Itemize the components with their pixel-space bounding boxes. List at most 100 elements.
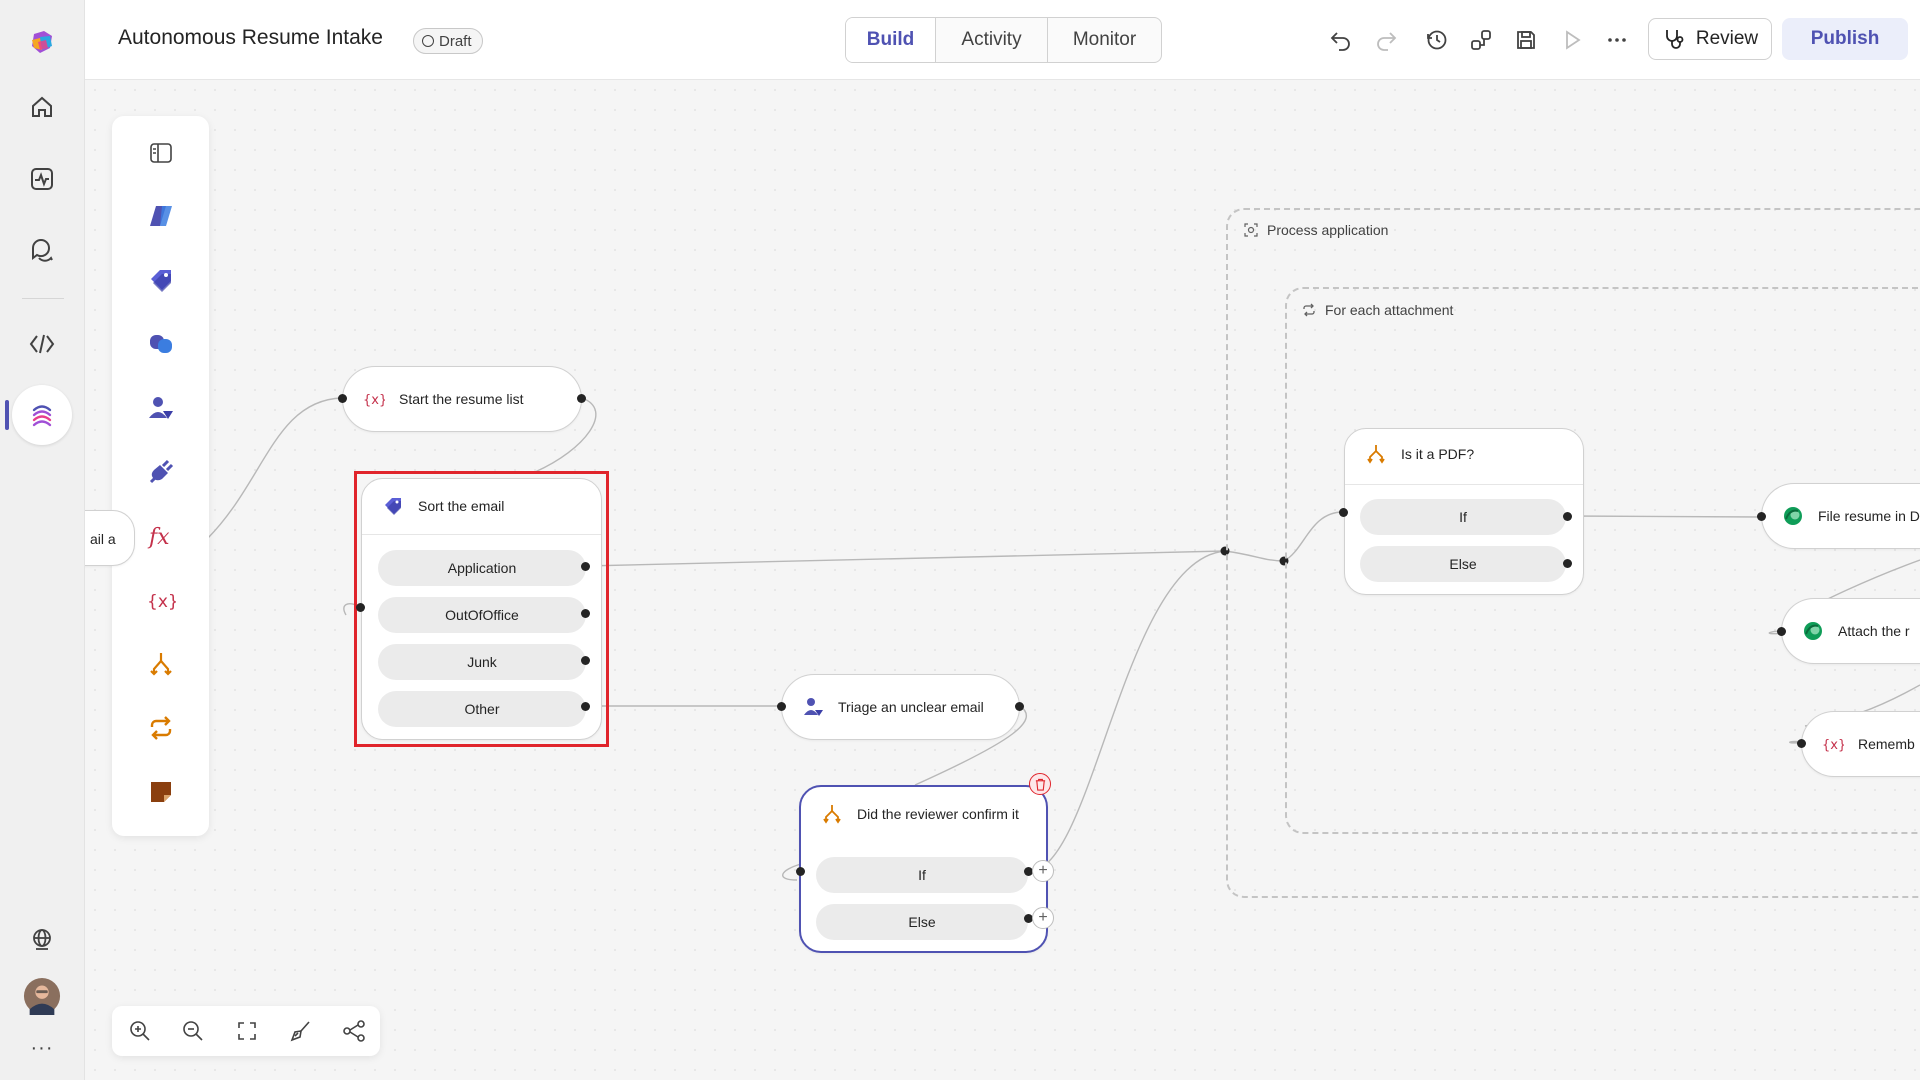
outofoffice-output-port[interactable]: [581, 609, 590, 618]
run-icon[interactable]: [1556, 24, 1588, 56]
fit-view-icon[interactable]: [233, 1017, 261, 1045]
node-triage-email-label: Triage an unclear email: [838, 699, 984, 715]
branch-outofoffice[interactable]: OutOfOffice: [378, 597, 586, 633]
review-button-label: Review: [1695, 28, 1759, 49]
globe-icon[interactable]: [18, 915, 66, 963]
variable-icon: {x}: [363, 388, 385, 410]
home-icon[interactable]: [18, 83, 66, 131]
branch-if[interactable]: If: [816, 857, 1028, 893]
connections-icon[interactable]: [1465, 24, 1497, 56]
other-output-port[interactable]: [581, 702, 590, 711]
condition-icon[interactable]: [141, 644, 181, 684]
avatar[interactable]: [18, 972, 66, 1020]
application-output-port[interactable]: [581, 562, 590, 571]
node-divider: [1345, 484, 1583, 485]
start-input-port[interactable]: [338, 394, 347, 403]
header: Autonomous Resume Intake Draft Build Act…: [85, 0, 1920, 80]
loop-icon[interactable]: [141, 708, 181, 748]
add-step-if-button[interactable]: +: [1032, 860, 1054, 882]
node-start-resume-list-label: Start the resume list: [399, 391, 524, 407]
copilot-icon[interactable]: [141, 324, 181, 364]
publish-button[interactable]: Publish: [1782, 18, 1908, 60]
pdf-input-port[interactable]: [1339, 508, 1348, 517]
zoom-out-icon[interactable]: [179, 1017, 207, 1045]
code-icon[interactable]: [18, 320, 66, 368]
triage-output-port[interactable]: [1015, 702, 1024, 711]
view-tabs: Build Activity Monitor: [845, 17, 1162, 63]
status-badge-label: Draft: [439, 32, 472, 50]
for-each-attachment-title: For each attachment: [1325, 302, 1454, 318]
tab-monitor[interactable]: Monitor: [1048, 18, 1161, 62]
node-attach[interactable]: Attach the r: [1781, 598, 1920, 664]
triage-input-port[interactable]: [777, 702, 786, 711]
wire-reviewer-if-to-process: [1032, 550, 1226, 872]
page-title: Autonomous Resume Intake: [118, 26, 383, 49]
undo-icon[interactable]: [1325, 24, 1357, 56]
svg-text:{x}: {x}: [363, 393, 385, 408]
tab-activity[interactable]: Activity: [936, 18, 1048, 62]
pdf-else-port[interactable]: [1563, 559, 1572, 568]
tag-icon[interactable]: [141, 260, 181, 300]
dataverse-icon: [1782, 505, 1804, 527]
review-button[interactable]: Review: [1648, 18, 1772, 60]
activity-icon[interactable]: [18, 155, 66, 203]
node-file-resume[interactable]: File resume in D: [1761, 483, 1920, 549]
formula-icon[interactable]: fx: [141, 516, 181, 556]
partial-left-node[interactable]: ail a: [85, 510, 135, 566]
history-icon[interactable]: [1421, 24, 1453, 56]
variable-icon[interactable]: {x}: [141, 580, 181, 620]
variable-icon: {x}: [1822, 733, 1844, 755]
more-icon[interactable]: [1601, 24, 1633, 56]
reviewer-input-port[interactable]: [796, 867, 805, 876]
code-icon[interactable]: [141, 196, 181, 236]
node-reviewer-confirm[interactable]: Did the reviewer confirm it If Else: [799, 785, 1048, 953]
app-logo-icon[interactable]: [18, 18, 66, 66]
node-remember[interactable]: {x} Rememb: [1801, 711, 1920, 777]
draft-status-icon: [422, 35, 434, 47]
delete-node-button[interactable]: [1029, 773, 1051, 795]
branch-else[interactable]: Else: [1360, 546, 1566, 582]
canvas-zoom-toolbar: [112, 1006, 380, 1056]
zoom-in-icon[interactable]: [126, 1017, 154, 1045]
junk-output-port[interactable]: [581, 656, 590, 665]
tab-build[interactable]: Build: [846, 18, 936, 62]
branch-other[interactable]: Other: [378, 691, 586, 727]
clean-up-icon[interactable]: [287, 1017, 315, 1045]
note-icon[interactable]: [141, 772, 181, 812]
node-attach-label: Attach the r: [1838, 623, 1910, 639]
node-sort-email[interactable]: Sort the email Application OutOfOffice J…: [361, 478, 602, 740]
node-start-resume-list[interactable]: {x} Start the resume list: [342, 366, 582, 432]
chat-icon[interactable]: [18, 226, 66, 274]
attach-input-port[interactable]: [1777, 627, 1786, 636]
loop-icon: [1303, 303, 1315, 317]
wire-application-to-process: [584, 550, 1226, 567]
branch-application[interactable]: Application: [378, 550, 586, 586]
group-process-application-label: Process application: [1243, 222, 1388, 238]
remember-input-port[interactable]: [1797, 739, 1806, 748]
group-for-each-attachment-label: For each attachment: [1301, 302, 1453, 318]
node-file-resume-label: File resume in D: [1818, 508, 1920, 524]
node-triage-email[interactable]: Triage an unclear email: [781, 674, 1020, 740]
tool-palette: fx {x}: [112, 116, 209, 836]
human-icon[interactable]: [141, 388, 181, 428]
flows-icon[interactable]: [12, 385, 72, 445]
node-sort-email-title: Sort the email: [418, 498, 505, 514]
file-resume-input-port[interactable]: [1757, 512, 1766, 521]
save-icon[interactable]: [1510, 24, 1542, 56]
more-icon[interactable]: ···: [18, 1030, 66, 1066]
branch-junk[interactable]: Junk: [378, 644, 586, 680]
node-is-pdf[interactable]: Is it a PDF? If Else: [1344, 428, 1584, 595]
pdf-if-port[interactable]: [1563, 512, 1572, 521]
rail-separator: [22, 298, 64, 299]
redo-icon[interactable]: [1370, 24, 1402, 56]
branch-else[interactable]: Else: [816, 904, 1028, 940]
panel-toggle-icon[interactable]: [141, 133, 181, 173]
sort-input-port[interactable]: [356, 603, 365, 612]
add-step-else-button[interactable]: +: [1032, 907, 1054, 929]
layout-icon[interactable]: [340, 1017, 368, 1045]
flow-canvas[interactable]: fx {x} Process application For each atta…: [85, 80, 1920, 1080]
branch-if[interactable]: If: [1360, 499, 1566, 535]
start-output-port[interactable]: [577, 394, 586, 403]
stethoscope-icon: [1665, 30, 1684, 49]
connector-icon[interactable]: [141, 452, 181, 492]
